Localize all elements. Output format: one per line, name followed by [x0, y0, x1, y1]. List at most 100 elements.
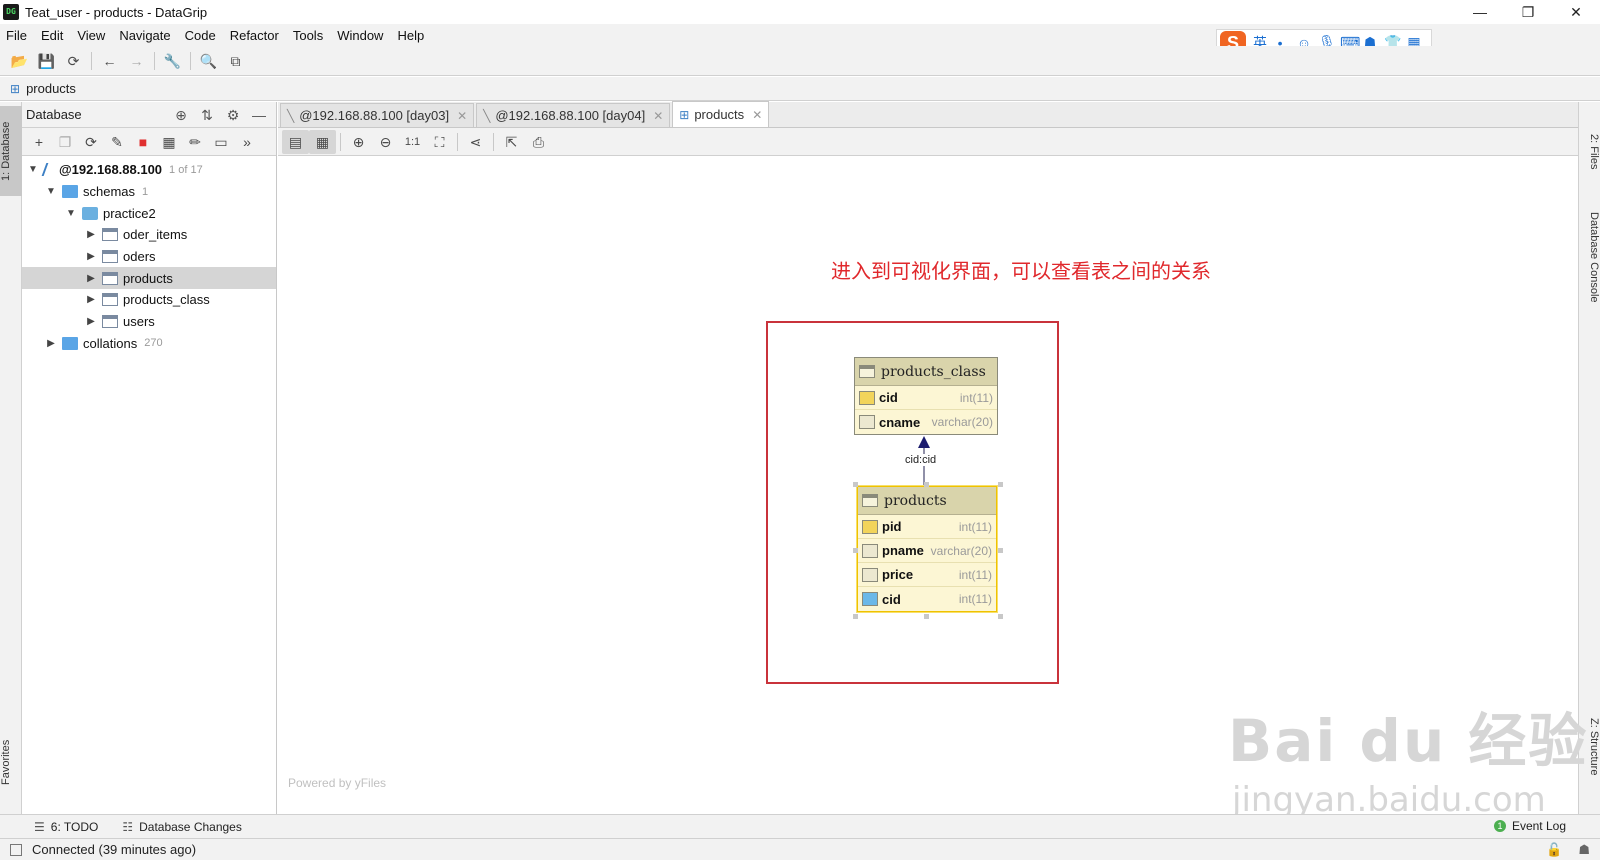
sync-icon[interactable]: ⟳ — [60, 49, 87, 73]
primary-key-icon — [862, 519, 878, 534]
event-log-tab[interactable]: 1 Event Log — [1493, 819, 1566, 833]
entity-products[interactable]: products pid int(11) pname varchar(20) p… — [857, 486, 997, 612]
tab-day03[interactable]: ╲ @192.168.88.100 [day03] ✕ — [280, 103, 475, 127]
tab-products[interactable]: ⊞ products ✕ — [672, 101, 770, 127]
todo-tab[interactable]: ☰ 6: TODO — [34, 820, 98, 834]
close-icon[interactable]: ✕ — [457, 109, 467, 123]
chevron-right-icon[interactable]: ▶ — [84, 251, 98, 262]
menu-window[interactable]: Window — [330, 28, 390, 43]
database-console-tab[interactable]: Database Console — [1578, 202, 1600, 312]
favorites-tool-tab[interactable]: Favorites — [0, 722, 22, 802]
schema-sync-icon[interactable]: ✎ — [104, 130, 130, 154]
show-columns-icon[interactable]: ▤ — [282, 129, 309, 154]
tree-item-label: users — [123, 314, 155, 330]
menu-refactor[interactable]: Refactor — [223, 28, 286, 43]
wrench-icon[interactable]: 🔧 — [159, 49, 186, 73]
edit-icon[interactable]: ✏ — [182, 130, 208, 154]
menu-navigate[interactable]: Navigate — [112, 28, 177, 43]
restore-button[interactable]: ❐ — [1504, 0, 1552, 24]
chevron-right-icon[interactable]: ▶ — [84, 316, 98, 327]
query-console-icon[interactable]: ▭ — [208, 130, 234, 154]
resize-handle[interactable] — [924, 614, 929, 619]
stop-icon[interactable]: ■ — [130, 130, 156, 154]
files-tool-tab[interactable]: 2: Files — [1578, 122, 1600, 182]
tree-item-count: 270 — [144, 337, 163, 350]
tab-day04[interactable]: ╲ @192.168.88.100 [day04] ✕ — [476, 103, 671, 127]
database-tool-tab[interactable]: 1: Database — [0, 106, 22, 196]
minimize-button[interactable]: — — [1456, 0, 1504, 24]
chevron-right-icon[interactable]: ▶ — [84, 294, 98, 305]
zoom-out-icon[interactable]: ⊖ — [372, 130, 399, 154]
layout-icon[interactable]: ⋖ — [462, 130, 489, 154]
inspector-icon[interactable]: ☗ — [1578, 842, 1590, 858]
chevron-right-icon[interactable]: ▶ — [84, 273, 98, 284]
tree-item-practice2[interactable]: ▼ practice2 — [22, 202, 276, 224]
resize-handle[interactable] — [853, 482, 858, 487]
resize-handle[interactable] — [853, 614, 858, 619]
tree-item-oder-items[interactable]: ▶ oder_items — [22, 224, 276, 246]
menu-help[interactable]: Help — [390, 28, 431, 43]
entity-column[interactable]: pid int(11) — [858, 515, 996, 539]
duplicate-icon[interactable]: ❐ — [52, 130, 78, 154]
tree-item-connection[interactable]: ▼ @192.168.88.100 1 of 17 — [22, 159, 276, 181]
baidu-watermark: Bai du 经验 — [1228, 707, 1589, 775]
fit-content-icon[interactable]: ⛶ — [426, 130, 453, 154]
close-icon[interactable]: ✕ — [653, 109, 663, 123]
resize-handle[interactable] — [924, 482, 929, 487]
chevron-right-icon[interactable]: ▶ — [44, 338, 58, 349]
resize-handle[interactable] — [853, 548, 858, 553]
chevron-down-icon[interactable]: ▼ — [26, 164, 40, 175]
chevron-right-icon[interactable]: ▶ — [84, 229, 98, 240]
tree-item-users[interactable]: ▶ users — [22, 311, 276, 333]
close-icon[interactable]: ✕ — [752, 108, 762, 122]
back-arrow-icon[interactable]: ← — [96, 49, 123, 73]
menu-tools[interactable]: Tools — [286, 28, 330, 43]
chevron-down-icon[interactable]: ▼ — [44, 186, 58, 197]
collapse-icon[interactable]: ⇅ — [194, 107, 220, 124]
table-view-icon[interactable]: ▦ — [156, 130, 182, 154]
show-tables-icon[interactable]: ▦ — [309, 129, 336, 154]
database-changes-tab[interactable]: ☷ Database Changes — [122, 820, 242, 834]
more-icon[interactable]: » — [234, 130, 260, 154]
gear-icon[interactable]: ⚙ — [220, 107, 246, 124]
close-button[interactable]: ✕ — [1552, 0, 1600, 24]
open-folder-icon[interactable]: 📂 — [6, 49, 33, 73]
tree-item-collations[interactable]: ▶ collations 270 — [22, 333, 276, 355]
column-type: varchar(20) — [931, 415, 993, 429]
entity-column[interactable]: cid int(11) — [855, 386, 997, 410]
resize-handle[interactable] — [998, 614, 1003, 619]
entity-products-class[interactable]: products_class cid int(11) cname varchar… — [854, 357, 998, 435]
tree-item-products[interactable]: ▶ products — [22, 267, 276, 290]
database-panel-toolbar: + ❐ ⟳ ✎ ■ ▦ ✏ ▭ » — [22, 128, 276, 156]
save-icon[interactable]: 💾 — [33, 49, 60, 73]
menu-view[interactable]: View — [70, 28, 112, 43]
locate-icon[interactable]: ⊕ — [168, 107, 194, 124]
hide-icon[interactable]: — — [246, 107, 272, 123]
search-icon[interactable]: 🔍 — [195, 49, 222, 73]
resize-handle[interactable] — [998, 548, 1003, 553]
tree-item-schemas[interactable]: ▼ schemas 1 — [22, 181, 276, 203]
forward-arrow-icon[interactable]: → — [123, 49, 150, 73]
lock-icon[interactable]: 🔓 — [1546, 842, 1562, 858]
actual-size-icon[interactable]: 1:1 — [399, 130, 426, 154]
chevron-down-icon[interactable]: ▼ — [64, 208, 78, 219]
menu-code[interactable]: Code — [178, 28, 223, 43]
tree-item-oders[interactable]: ▶ oders — [22, 246, 276, 268]
export-icon[interactable]: ⇱ — [498, 130, 525, 154]
breadcrumb[interactable]: products — [26, 81, 76, 96]
tree-item-products-class[interactable]: ▶ products_class — [22, 289, 276, 311]
entity-column[interactable]: pname varchar(20) — [858, 539, 996, 563]
entity-column[interactable]: price int(11) — [858, 563, 996, 587]
menu-edit[interactable]: Edit — [34, 28, 70, 43]
refresh-icon[interactable]: ⟳ — [78, 130, 104, 154]
toolbar-separator — [91, 51, 92, 70]
add-icon[interactable]: + — [26, 130, 52, 154]
entity-column[interactable]: cid int(11) — [858, 587, 996, 611]
status-window-icon[interactable] — [10, 843, 22, 856]
print-icon[interactable]: ⎙ — [525, 130, 552, 154]
zoom-in-icon[interactable]: ⊕ — [345, 130, 372, 154]
resize-handle[interactable] — [998, 482, 1003, 487]
database-tools-icon[interactable]: ⧉ — [222, 49, 249, 73]
entity-column[interactable]: cname varchar(20) — [855, 410, 997, 434]
menu-file[interactable]: File — [0, 28, 34, 43]
